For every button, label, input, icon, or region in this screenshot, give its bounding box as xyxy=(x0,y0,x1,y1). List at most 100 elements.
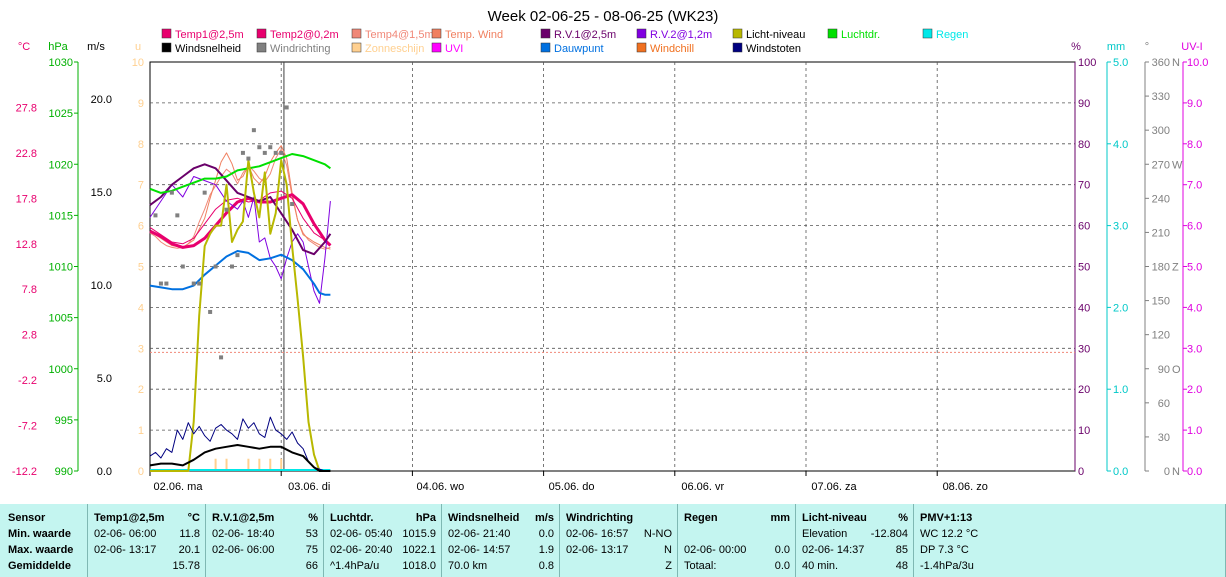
min-label: Min. waarde xyxy=(8,528,71,540)
legend-swatch xyxy=(540,28,551,39)
y-tick-label: 90 xyxy=(1158,364,1170,376)
windrichting-point xyxy=(191,281,196,286)
stats-max-value: N xyxy=(664,544,672,556)
stats-column-title: Windrichting xyxy=(566,512,634,524)
y-tick-label: 30 xyxy=(1158,432,1170,444)
y-tick-label: -7.2 xyxy=(18,421,37,433)
legend-swatch xyxy=(256,28,267,39)
stats-column-unit: °C xyxy=(187,512,200,524)
y-tick-label: 990 xyxy=(55,466,73,478)
y-tick-label: 9 xyxy=(138,98,144,110)
stats-column-unit: hPa xyxy=(415,512,436,524)
y-tick-label: 5 xyxy=(138,262,144,274)
stats-column: Regen mm 02-06- 00:00 0.0 Totaal: 0.0 xyxy=(678,504,796,577)
chart-legend: Temp1@2,5m Temp2@0,2m Temp4@1,5m Temp. Wind… xyxy=(161,28,968,55)
y-axis-unit: m/s xyxy=(87,41,105,53)
y-tick-label: 0 xyxy=(1164,466,1170,478)
weather-chart: Week 02-06-25 - 08-06-25 (WK23) Temp1@2,… xyxy=(12,8,1209,493)
stats-max-value: 0.0 xyxy=(774,544,790,556)
legend-label: Zonneschijn xyxy=(365,43,424,55)
windrichting-point xyxy=(219,355,224,360)
x-tick-label: 07.06. za xyxy=(811,481,857,493)
stats-avg-time: -1.4hPa/3u xyxy=(920,560,974,572)
stats-column: Windsnelheid m/s 02-06- 21:40 0.0 02-06- 14:… xyxy=(442,504,560,577)
y-tick-label: 1.0 xyxy=(1113,384,1128,396)
y-tick-label: -2.2 xyxy=(18,375,37,387)
y-tick-label: -12.2 xyxy=(12,466,37,478)
stats-column-unit: mm xyxy=(770,512,790,524)
stats-max-value: 20.1 xyxy=(178,544,200,556)
y-axis-unit: °C xyxy=(18,41,30,53)
y-tick-label: 1005 xyxy=(49,313,73,325)
stats-min-value: 1015.9 xyxy=(402,528,436,540)
avg-label: Gemiddelde xyxy=(8,560,71,572)
stats-min-value: -12.804 xyxy=(870,528,908,540)
y-tick-label: 30 xyxy=(1078,343,1090,355)
windrichting-point xyxy=(262,150,267,155)
legend-swatch xyxy=(256,42,267,53)
stats-column: R.V.1@2,5m% 02-06- 18:40 53 02-06- 06:00 75 6… xyxy=(206,504,324,577)
legend-label: Temp1@2,5m xyxy=(175,29,244,41)
windrichting-point xyxy=(251,128,256,133)
y-tick-label: 3.0 xyxy=(1187,343,1202,355)
y-tick-label: 12.8 xyxy=(16,239,37,251)
stats-min-value: N-NO xyxy=(643,528,672,540)
compass-label: N xyxy=(1172,57,1180,69)
y-axis-unit: ° xyxy=(1145,41,1149,53)
y-tick-label: 1020 xyxy=(49,159,73,171)
legend-label: R.V.2@1,2m xyxy=(650,29,712,41)
stats-avg-value: 15.78 xyxy=(172,560,200,572)
stats-column-unit: % xyxy=(308,512,318,524)
max-label: Max. waarde xyxy=(8,544,74,556)
windrichting-point xyxy=(235,253,240,258)
legend-swatch xyxy=(540,42,551,53)
windrichting-point xyxy=(246,156,251,161)
x-tick-label: 05.06. do xyxy=(549,481,595,493)
y-tick-label: 50 xyxy=(1078,262,1090,274)
stats-avg-value: 0.0 xyxy=(774,560,790,572)
legend-swatch xyxy=(431,42,442,53)
compass-label: N xyxy=(1172,466,1180,478)
y-tick-label: 150 xyxy=(1152,296,1170,308)
y-axis-unit: UV-I xyxy=(1181,41,1202,53)
y-tick-label: 80 xyxy=(1078,139,1090,151)
y-tick-label: 4.0 xyxy=(1187,302,1202,314)
windrichting-point xyxy=(290,202,295,207)
y-tick-label: 5.0 xyxy=(1187,262,1202,274)
y-tick-label: 90 xyxy=(1078,98,1090,110)
legend-swatch xyxy=(161,28,172,39)
y-tick-label: 2.0 xyxy=(1113,302,1128,314)
y-tick-label: 10.0 xyxy=(1187,57,1208,69)
y-tick-label: 270 xyxy=(1152,159,1170,171)
legend-swatch xyxy=(732,28,743,39)
legend-swatch xyxy=(351,42,362,53)
y-tick-label: 1030 xyxy=(49,57,73,69)
y-tick-label: 8 xyxy=(138,139,144,151)
legend-label: Windchill xyxy=(650,43,694,55)
legend-swatch xyxy=(351,28,362,39)
stats-min-value: 53 xyxy=(305,528,318,540)
windrichting-point xyxy=(257,145,262,150)
y-tick-label: 0 xyxy=(1078,466,1084,478)
y-tick-label: 5.0 xyxy=(97,373,112,385)
y-tick-label: 1.0 xyxy=(1187,425,1202,437)
stats-column-unit: m/s xyxy=(535,512,554,524)
windrichting-point xyxy=(202,190,207,195)
sensor-label: Sensor xyxy=(8,512,46,524)
y-tick-label: 240 xyxy=(1152,193,1170,205)
y-tick-label: 180 xyxy=(1152,262,1170,274)
legend-label: Regen xyxy=(936,29,968,41)
stats-max-value: 1022.1 xyxy=(402,544,436,556)
stats-column-unit: % xyxy=(898,512,908,524)
y-tick-label: 20.0 xyxy=(91,94,112,106)
legend-swatch xyxy=(636,28,647,39)
legend-label: Luchtdr. xyxy=(841,29,880,41)
y-tick-label: 0.0 xyxy=(97,466,112,478)
legend-label: Windsnelheid xyxy=(175,43,241,55)
stats-min-value: 11.8 xyxy=(179,528,200,540)
stats-avg-value: 1018.0 xyxy=(402,560,436,572)
y-axis-unit: u xyxy=(135,41,141,53)
y-tick-label: 330 xyxy=(1152,91,1170,103)
stats-labels-column: Sensor Min. waarde Max. waarde Gemiddeld… xyxy=(0,504,88,577)
stats-avg-value: 48 xyxy=(895,560,908,572)
